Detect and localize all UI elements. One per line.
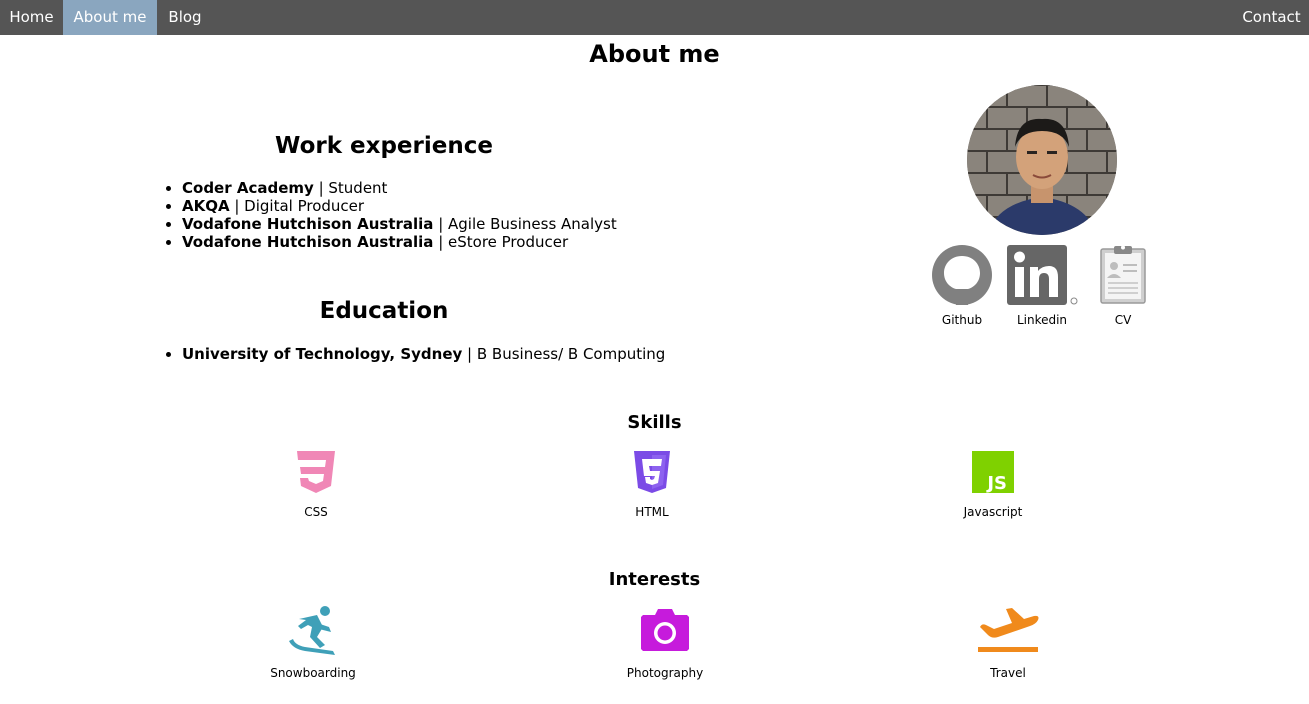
skill-javascript-label: Javascript [963, 505, 1023, 519]
work-item: Vodafone Hutchison Australia | Agile Bus… [182, 215, 702, 233]
nav-home-link[interactable]: Home [0, 0, 63, 35]
work-org: Vodafone Hutchison Australia [182, 233, 434, 251]
work-role: | Student [313, 179, 388, 197]
work-item: Vodafone Hutchison Australia | eStore Pr… [182, 233, 702, 251]
work-role: | Digital Producer [229, 197, 365, 215]
github-link[interactable]: Github [922, 244, 1002, 334]
education-heading: Education [319, 298, 449, 324]
skill-css: CSS [236, 450, 396, 520]
github-label: Github [941, 313, 983, 327]
skill-html-label: HTML [635, 505, 669, 519]
work-role: | eStore Producer [433, 233, 569, 251]
work-item: Coder Academy | Student [182, 179, 702, 197]
linkedin-label: Linkedin [1016, 313, 1068, 327]
cv-link[interactable]: CV [1083, 244, 1163, 334]
interest-snowboarding-label: Snowboarding [270, 666, 356, 680]
interest-snowboarding: Snowboarding [233, 605, 393, 681]
top-nav: Home About me Blog Contact [0, 0, 1309, 35]
skill-css-label: CSS [304, 505, 328, 519]
github-icon [922, 244, 1002, 310]
interests-heading: Interests [608, 569, 701, 590]
skill-html: HTML [572, 450, 732, 520]
css3-icon [236, 450, 396, 498]
education-list: University of Technology, Sydney | B Bus… [164, 345, 702, 363]
work-experience-heading: Work experience [275, 133, 493, 159]
linkedin-link[interactable]: Linkedin [1002, 244, 1082, 334]
nav-about-link[interactable]: About me [63, 0, 157, 35]
work-role: | Agile Business Analyst [433, 215, 617, 233]
html5-icon [572, 450, 732, 498]
javascript-icon: JS [913, 450, 1073, 498]
work-org: AKQA [182, 197, 230, 215]
linkedin-icon [1002, 244, 1082, 310]
nav-contact-link[interactable]: Contact [1234, 0, 1309, 35]
work-experience-list: Coder Academy | Student AKQA | Digital P… [164, 179, 702, 251]
page-title: About me [589, 40, 720, 68]
airplane-icon [928, 605, 1088, 659]
work-org: Vodafone Hutchison Australia [182, 215, 434, 233]
interest-travel: Travel [928, 605, 1088, 681]
interest-travel-label: Travel [990, 666, 1026, 680]
education-degree: | B Business/ B Computing [462, 345, 666, 363]
camera-icon [585, 605, 745, 659]
skills-heading: Skills [627, 412, 682, 433]
interest-photography-label: Photography [626, 666, 704, 680]
work-org: Coder Academy [182, 179, 314, 197]
work-item: AKQA | Digital Producer [182, 197, 702, 215]
interest-photography: Photography [585, 605, 745, 681]
nav-blog-link[interactable]: Blog [157, 0, 213, 35]
profile-photo [967, 85, 1117, 235]
snowboarder-icon [233, 605, 393, 659]
education-item: University of Technology, Sydney | B Bus… [182, 345, 702, 363]
svg-text:JS: JS [985, 473, 1007, 494]
skill-javascript: JS Javascript [913, 450, 1073, 520]
cv-label: CV [1114, 313, 1132, 327]
clipboard-icon [1083, 244, 1163, 310]
education-org: University of Technology, Sydney [182, 345, 463, 363]
